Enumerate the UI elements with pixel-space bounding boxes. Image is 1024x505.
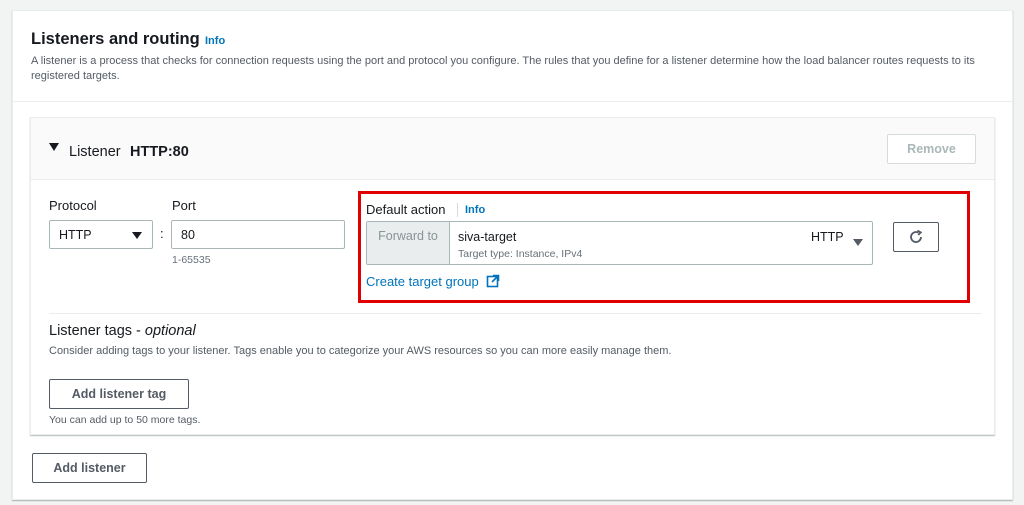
- panel-description: A listener is a process that checks for …: [31, 55, 975, 82]
- listeners-routing-panel: Listeners and routing Info A listener is…: [12, 10, 1013, 500]
- target-group-select[interactable]: Forward to siva-target Target type: Inst…: [366, 221, 873, 265]
- chevron-down-icon: [132, 232, 142, 239]
- default-action-info-link[interactable]: Info: [465, 204, 485, 216]
- protocol-selected-value: HTTP: [59, 228, 92, 242]
- protocol-label: Protocol: [49, 198, 97, 213]
- chevron-down-icon: [853, 239, 863, 246]
- forward-to-label: Forward to: [367, 222, 450, 264]
- panel-header: Listeners and routing Info A listener is…: [13, 11, 1012, 102]
- target-name: siva-target: [458, 230, 517, 244]
- panel-title: Listeners and routing: [31, 30, 200, 48]
- protocol-select[interactable]: HTTP: [49, 220, 153, 249]
- listener-tags-description: Consider adding tags to your listener. T…: [49, 345, 672, 357]
- port-hint: 1-65535: [172, 254, 211, 266]
- add-listener-tag-button[interactable]: Add listener tag: [49, 379, 189, 409]
- default-action-highlight: Default action Info Forward to siva-targ…: [358, 191, 970, 303]
- port-label: Port: [172, 198, 196, 213]
- listener-card: Listener HTTP:80 Remove Protocol Port HT…: [30, 117, 995, 435]
- external-link-icon[interactable]: [486, 274, 500, 288]
- default-action-label: Default action: [366, 202, 446, 217]
- section-divider: [49, 313, 981, 314]
- listener-value: HTTP:80: [130, 144, 189, 160]
- listener-label: Listener: [69, 144, 121, 160]
- section-info-link[interactable]: Info: [205, 35, 225, 47]
- label-divider: [457, 203, 458, 217]
- target-type: Target type: Instance, IPv4: [458, 248, 583, 260]
- refresh-button[interactable]: [893, 222, 939, 252]
- listener-tags-title: Listener tags - optional: [49, 323, 196, 339]
- caret-down-icon[interactable]: [49, 143, 59, 151]
- colon-separator: :: [160, 226, 164, 241]
- target-protocol: HTTP: [811, 230, 844, 244]
- remove-button[interactable]: Remove: [887, 134, 976, 164]
- port-input[interactable]: [171, 220, 345, 249]
- tags-limit-hint: You can add up to 50 more tags.: [49, 414, 201, 426]
- add-listener-button[interactable]: Add listener: [32, 453, 147, 483]
- refresh-icon: [910, 229, 923, 243]
- create-target-group-link[interactable]: Create target group: [366, 274, 479, 289]
- listener-header[interactable]: Listener HTTP:80 Remove: [31, 118, 994, 180]
